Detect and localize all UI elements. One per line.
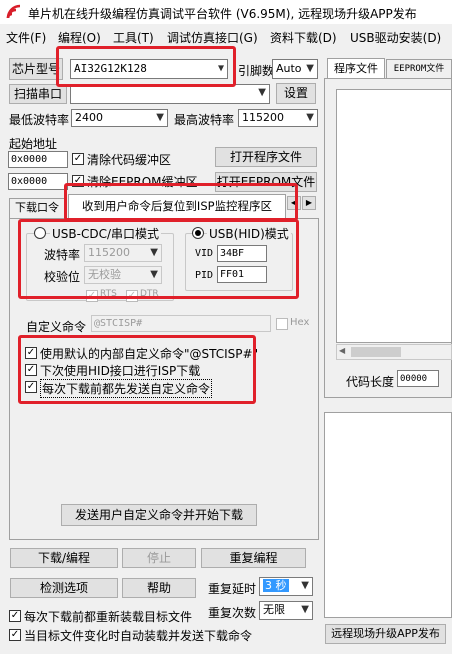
app-icon <box>6 4 21 19</box>
chevron-down-icon: ▼ <box>306 63 314 74</box>
chevron-down-icon: ▼ <box>301 604 309 615</box>
code-address-field[interactable]: 0x0000 <box>8 151 68 168</box>
menu-program[interactable]: 编程(O) <box>58 29 101 46</box>
clear-code-label: 清除代码缓冲区 <box>87 153 172 167</box>
repeat-count-label: 重复次数 <box>208 606 257 620</box>
settings-button[interactable]: 设置 <box>276 83 316 104</box>
chip-model-highlight <box>56 46 236 87</box>
repeat-delay-label: 重复延时 <box>208 582 257 596</box>
tab-scroll-right-icon[interactable]: ▶ <box>302 196 316 210</box>
window-title: 单片机在线升级编程仿真调试平台软件 (V6.95M), 远程现场升级APP发布 <box>28 7 417 21</box>
download-program-button[interactable]: 下载/编程 <box>10 548 118 568</box>
auto-reload-label: 当目标文件变化时自动装载并发送下载命令 <box>24 629 253 643</box>
menu-debug[interactable]: 调试仿真接口(G) <box>167 29 258 46</box>
code-length-field: 00000 <box>397 370 439 387</box>
repeat-delay-select[interactable]: 3 秒 ▼ <box>259 577 313 596</box>
clear-code-checkbox[interactable]: ✓ <box>72 153 84 165</box>
check-options-button[interactable]: 检测选项 <box>10 578 118 598</box>
tab-download-port[interactable]: 下载口令 <box>9 198 65 218</box>
pin-count-label: 引脚数 <box>238 64 275 78</box>
min-baud-value: 2400 <box>75 111 103 124</box>
menu-downloads[interactable]: 资料下载(D) <box>270 29 337 46</box>
min-baud-select[interactable]: 2400 ▼ <box>71 109 168 127</box>
send-command-download-button[interactable]: 发送用户自定义命令并开始下载 <box>61 504 257 526</box>
min-baud-label: 最低波特率 <box>9 113 70 127</box>
reload-before-download-checkbox[interactable]: ✓ <box>9 610 21 622</box>
title-bar: 单片机在线升级编程仿真调试平台软件 (V6.95M), 远程现场升级APP发布 <box>0 0 452 24</box>
remote-upgrade-app-button[interactable]: 远程现场升级APP发布 <box>325 624 446 644</box>
horizontal-scrollbar[interactable]: ◀ <box>336 344 452 360</box>
pin-count-value: Auto <box>276 62 302 75</box>
scroll-left-icon: ◀ <box>339 346 346 355</box>
hex-checkbox <box>276 318 288 330</box>
scrollbar-thumb[interactable] <box>351 347 401 357</box>
repeat-count-select[interactable]: 无限 ▼ <box>259 601 313 620</box>
tab-highlight <box>64 183 298 221</box>
start-address-label: 起始地址 <box>9 137 58 151</box>
scan-port-button[interactable]: 扫描串口 <box>9 84 67 104</box>
auto-reload-checkbox[interactable]: ✓ <box>9 629 21 641</box>
output-log-area <box>324 412 452 618</box>
menu-tools[interactable]: 工具(T) <box>113 29 154 46</box>
custom-command-label: 自定义命令 <box>26 320 87 334</box>
hex-label: Hex <box>290 317 310 328</box>
menu-bar: 文件(F) 编程(O) 工具(T) 调试仿真接口(G) 资料下载(D) USB驱… <box>0 26 452 46</box>
repeat-delay-value: 3 秒 <box>263 579 289 592</box>
code-length-label: 代码长度 <box>346 375 395 389</box>
stop-button: 停止 <box>122 548 196 568</box>
open-program-file-button[interactable]: 打开程序文件 <box>215 147 317 167</box>
chevron-down-icon: ▼ <box>301 580 309 591</box>
help-button[interactable]: 帮助 <box>122 578 196 598</box>
repeat-program-button[interactable]: 重复编程 <box>201 548 306 568</box>
max-baud-value: 115200 <box>242 111 284 124</box>
chevron-down-icon: ▼ <box>156 112 164 123</box>
reload-before-download-label: 每次下载前都重新装载目标文件 <box>24 610 193 624</box>
eeprom-address-field[interactable]: 0x0000 <box>8 173 68 190</box>
chip-model-button[interactable]: 芯片型号 <box>9 58 63 80</box>
port-select[interactable]: ▼ <box>70 84 270 104</box>
tab-eeprom-file[interactable]: EEPROM文件 <box>386 59 452 78</box>
chevron-down-icon: ▼ <box>258 87 266 98</box>
chevron-down-icon: ▼ <box>306 112 314 123</box>
repeat-count-value: 无限 <box>263 603 285 616</box>
custom-command-field: @STCISP# <box>91 315 271 332</box>
hex-view-area <box>336 89 452 343</box>
tab-program-file[interactable]: 程序文件 <box>327 58 385 78</box>
menu-file[interactable]: 文件(F) <box>6 29 46 46</box>
menu-usb-driver[interactable]: USB驱动安装(D) <box>350 29 441 46</box>
max-baud-select[interactable]: 115200 ▼ <box>238 109 318 127</box>
pin-count-select[interactable]: Auto ▼ <box>272 59 318 79</box>
options-highlight <box>18 335 256 404</box>
max-baud-label: 最高波特率 <box>174 113 235 127</box>
usb-mode-highlight <box>18 219 299 299</box>
